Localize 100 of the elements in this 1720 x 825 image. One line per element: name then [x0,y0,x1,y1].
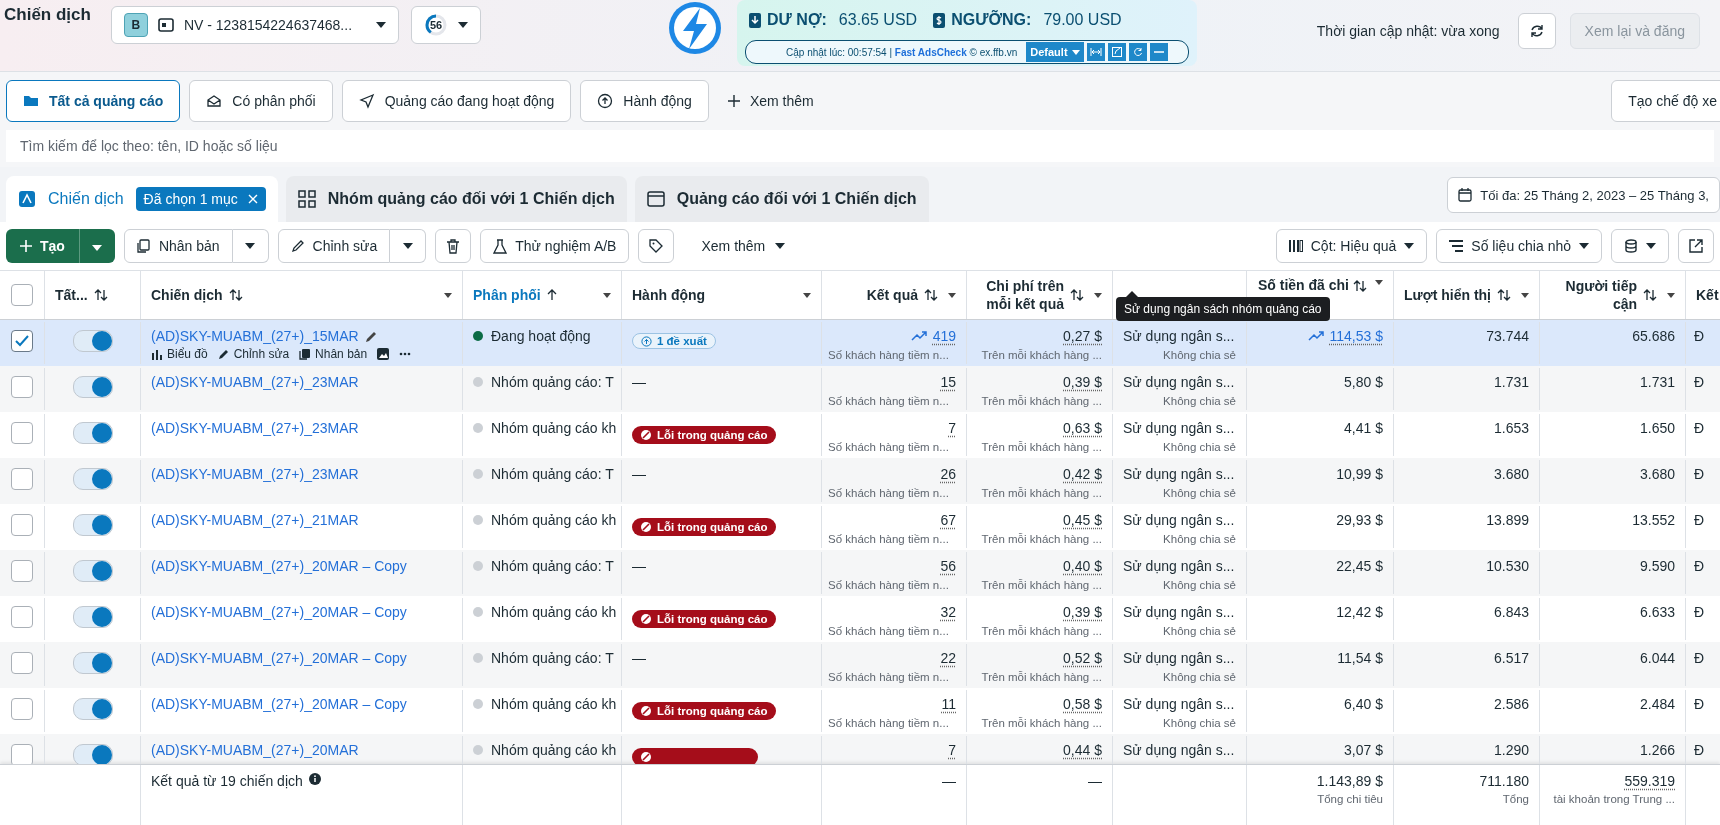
campaign-name-link[interactable]: (AD)SKY-MUABM_(27+)_20MAR – Copy [151,696,407,712]
filter-tab[interactable]: Quảng cáo đang hoạt động [341,80,572,122]
campaign-name-link[interactable]: (AD)SKY-MUABM_(27+)_20MAR [151,742,359,758]
cost-value[interactable]: 0,40 $ [1063,558,1102,574]
result-value[interactable]: 32 [940,604,956,620]
column-menu-caret-icon[interactable] [1667,292,1675,298]
campaign-name-link[interactable]: (AD)SKY-MUABM_(27+)_20MAR – Copy [151,650,407,666]
export-button[interactable] [1678,229,1714,263]
row-checkbox[interactable] [11,698,33,720]
tag-button[interactable] [638,229,675,263]
campaign-name-link[interactable]: (AD)SKY-MUABM_(27+)_23MAR [151,420,359,436]
edit-button[interactable]: Chỉnh sửa [277,229,391,263]
cost-value[interactable]: 0,44 $ [1063,742,1102,758]
toggle-switch[interactable] [72,468,113,490]
create-button[interactable]: Tạo [6,229,79,263]
search-field[interactable]: Tìm kiếm để lọc theo: tên, ID hoặc số liệu [6,130,1714,162]
sort-icon[interactable] [228,289,243,301]
account-selector[interactable]: B NV - 1238154224637468... [110,6,400,44]
row-checkbox[interactable] [11,606,33,628]
filter-tab[interactable]: Tất cả quảng cáo [6,80,181,122]
row-action-link[interactable]: Chỉnh sửa [217,347,290,361]
sort-icon[interactable] [93,289,108,301]
error-badge[interactable]: Lỗi trong quảng cáo [632,518,776,536]
breakdown-button[interactable]: Số liệu chia nhỏ [1436,229,1602,263]
duplicate-button[interactable]: Nhân bản [123,229,233,263]
preset-select[interactable]: Default [1026,42,1084,62]
row-checkbox[interactable] [11,560,33,582]
cost-value[interactable]: 0,42 $ [1063,466,1102,482]
create-view-button[interactable]: Tạo chế độ xe [1611,80,1720,122]
error-badge[interactable]: Lỗi trong quảng cáo [632,610,776,628]
row-checkbox[interactable] [11,652,33,674]
toggle-switch[interactable] [72,376,113,398]
expand-button[interactable] [1086,43,1105,61]
row-checkbox[interactable] [11,744,33,764]
more-icon[interactable] [399,352,412,356]
error-badge[interactable]: Lỗi trong quảng cáo [632,426,776,444]
toggle-switch[interactable] [72,698,113,720]
cost-value[interactable]: 0,39 $ [1063,604,1102,620]
edit-dropdown-button[interactable] [390,229,427,263]
more-filters-button[interactable]: Xem thêm [717,93,824,109]
column-header[interactable]: Phân phối [473,286,541,304]
reports-button[interactable] [1611,229,1669,263]
close-icon[interactable] [247,194,258,204]
column-menu-caret-icon[interactable] [1375,280,1383,285]
sort-icon[interactable] [1643,289,1657,301]
toggle-switch[interactable] [72,606,113,628]
pencil-icon[interactable] [364,329,378,343]
column-menu-caret-icon[interactable] [1521,292,1529,298]
cost-value[interactable]: 0,63 $ [1063,420,1102,436]
cost-value[interactable]: 0,52 $ [1063,650,1102,666]
column-menu-caret-icon[interactable] [444,292,452,298]
column-header[interactable]: Kết quả [832,286,918,304]
duplicate-dropdown-button[interactable] [232,229,269,263]
info-icon[interactable] [308,773,321,785]
reach-total[interactable]: 559.319 [1624,773,1675,789]
toggle-switch[interactable] [72,560,113,582]
counter-selector[interactable]: 56 [411,6,482,44]
row-action-link[interactable]: Nhân bản [299,347,368,361]
column-header[interactable]: Người tiếp cận [1550,277,1637,313]
result-value[interactable]: 7 [948,420,956,436]
sort-icon[interactable] [1070,289,1084,301]
selection-chip[interactable]: Đã chọn 1 mục [135,187,266,211]
row-checkbox[interactable] [11,376,33,398]
error-badge[interactable]: Lỗi trong quảng cáo [632,702,776,720]
create-dropdown-button[interactable] [78,229,115,263]
campaign-name-link[interactable]: (AD)SKY-MUABM_(27+)_20MAR – Copy [151,558,407,574]
result-value[interactable]: 22 [940,650,956,666]
column-header[interactable]: Hành động [632,286,706,304]
filter-tab[interactable]: Có phân phối [189,80,333,122]
sort-ascending-icon[interactable] [546,289,557,301]
columns-button[interactable]: Cột: Hiệu quả [1275,229,1428,263]
image-icon[interactable] [377,348,390,360]
column-menu-caret-icon[interactable] [603,292,611,298]
campaign-name-link[interactable]: (AD)SKY-MUABM_(27+)_20MAR – Copy [151,604,407,620]
toggle-switch[interactable] [72,514,113,536]
more-button[interactable]: Xem thêm [683,238,804,254]
campaign-name-link[interactable]: (AD)SKY-MUABM_(27+)_15MAR [151,328,359,344]
filter-tab[interactable]: Hành động [580,80,709,122]
result-value[interactable]: 15 [940,374,956,390]
result-value[interactable]: 56 [940,558,956,574]
toggle-switch[interactable] [72,422,113,444]
refresh-button[interactable] [1128,43,1147,61]
select-all-checkbox[interactable] [11,284,33,306]
column-menu-caret-icon[interactable] [948,292,956,298]
column-header[interactable]: Chiến dịch [151,286,223,304]
column-header[interactable]: Lượt hiển thị [1404,286,1491,304]
result-value[interactable]: 67 [940,512,956,528]
sort-icon[interactable] [1497,289,1511,301]
cost-value[interactable]: 0,45 $ [1063,512,1102,528]
sort-icon[interactable] [924,289,938,301]
ab-test-button[interactable]: Thử nghiệm A/B [480,229,630,263]
column-menu-caret-icon[interactable] [1094,292,1102,298]
column-menu-caret-icon[interactable] [803,292,811,298]
level-tab[interactable]: Quảng cáo đối với 1 Chiến dịch [634,176,929,222]
toggle-switch[interactable] [72,330,113,352]
row-checkbox[interactable] [11,468,33,490]
result-value[interactable]: 26 [940,466,956,482]
error-badge[interactable] [632,748,758,764]
result-value[interactable]: 419 [932,328,956,344]
refresh-button[interactable] [1517,13,1556,49]
